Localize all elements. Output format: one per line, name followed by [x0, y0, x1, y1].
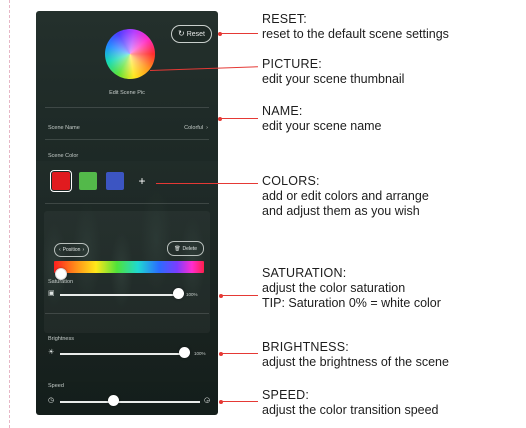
position-control[interactable]: ‹ Position ›	[54, 243, 90, 257]
reset-button[interactable]: ↻ Reset	[171, 25, 212, 43]
brightness-label: Brightness	[48, 336, 74, 342]
annotation-name-desc: edit your scene name	[262, 119, 382, 133]
divider	[45, 313, 209, 314]
brightness-value: 100%	[194, 351, 206, 356]
annotation-colors-desc-2: and adjust them as you wish	[262, 204, 420, 218]
scene-name-value[interactable]: Colorful ›	[184, 125, 208, 131]
annotation-saturation-title: SATURATION:	[262, 266, 347, 280]
annotation-saturation-tip: TIP: Saturation 0% = white color	[262, 296, 441, 310]
speed-slider-knob[interactable]	[107, 395, 119, 406]
annotation-colors-desc-1: add or edit colors and arrange	[262, 189, 429, 203]
color-swatch-red[interactable]	[50, 170, 72, 192]
annotation-reset-desc: reset to the default scene settings	[262, 27, 449, 41]
annotation-speed-title: SPEED:	[262, 388, 310, 402]
scene-editor-screen: ↻ Reset Edit Scene Pic Scene Name Colorf…	[36, 11, 218, 415]
color-swatch-blue[interactable]	[106, 172, 124, 190]
brightness-slider-track[interactable]	[60, 353, 184, 355]
annotation-picture-title: PICTURE:	[262, 57, 322, 71]
chevron-left-icon[interactable]: ‹	[59, 247, 61, 253]
page-margin-guide	[9, 0, 10, 428]
color-spectrum-bar[interactable]	[54, 261, 204, 273]
saturation-value: 100%	[186, 292, 198, 297]
scene-name-label: Scene Name	[48, 125, 80, 131]
connector-line-name	[220, 118, 258, 119]
annotation-colors-title: COLORS:	[262, 174, 320, 188]
annotation-speed-desc: adjust the color transition speed	[262, 403, 439, 417]
connector-line-reset	[220, 33, 258, 34]
add-color-button[interactable]: +	[133, 172, 151, 190]
chevron-right-icon[interactable]: ›	[82, 247, 84, 253]
speed-slow-icon: ◷	[48, 397, 55, 404]
delete-color-button[interactable]: 🗑 Delete	[167, 241, 204, 256]
annotation-brightness-title: BRIGHTNESS:	[262, 340, 349, 354]
saturation-slider-track[interactable]	[60, 294, 178, 296]
saturation-label: Saturation	[48, 279, 74, 285]
color-swatch-green[interactable]	[79, 172, 97, 190]
speed-slider-track[interactable]	[60, 401, 200, 403]
speed-fast-icon: ◶	[204, 397, 211, 404]
annotation-reset-title: RESET:	[262, 12, 307, 26]
divider	[45, 139, 209, 140]
divider	[45, 203, 209, 204]
connector-line-saturation	[221, 295, 258, 296]
speed-label: Speed	[48, 383, 64, 389]
divider	[45, 107, 209, 108]
edit-scene-pic-link[interactable]: Edit Scene Pic	[36, 90, 218, 96]
delete-label: Delete	[182, 245, 197, 252]
connector-line-speed	[221, 401, 258, 402]
annotation-name-title: NAME:	[262, 104, 303, 118]
refresh-icon: ↻	[178, 29, 185, 38]
connector-line-brightness	[221, 353, 258, 354]
scene-picture[interactable]	[105, 29, 155, 79]
position-label: Position	[62, 247, 81, 253]
reset-label: Reset	[186, 30, 205, 38]
scene-name-text: Colorful	[184, 125, 204, 131]
saturation-icon: ▣	[48, 290, 55, 297]
annotation-picture-desc: edit your scene thumbnail	[262, 72, 405, 86]
sun-icon: ☀	[48, 349, 55, 356]
brightness-slider-knob[interactable]	[178, 347, 190, 358]
annotation-saturation-desc: adjust the color saturation	[262, 281, 406, 295]
annotation-brightness-desc: adjust the brightness of the scene	[262, 355, 449, 369]
chevron-right-icon: ›	[204, 125, 208, 131]
connector-line-colors	[156, 183, 258, 184]
saturation-slider-knob[interactable]	[172, 288, 184, 299]
trash-icon: 🗑	[174, 245, 181, 252]
scene-color-label: Scene Color	[48, 153, 79, 159]
